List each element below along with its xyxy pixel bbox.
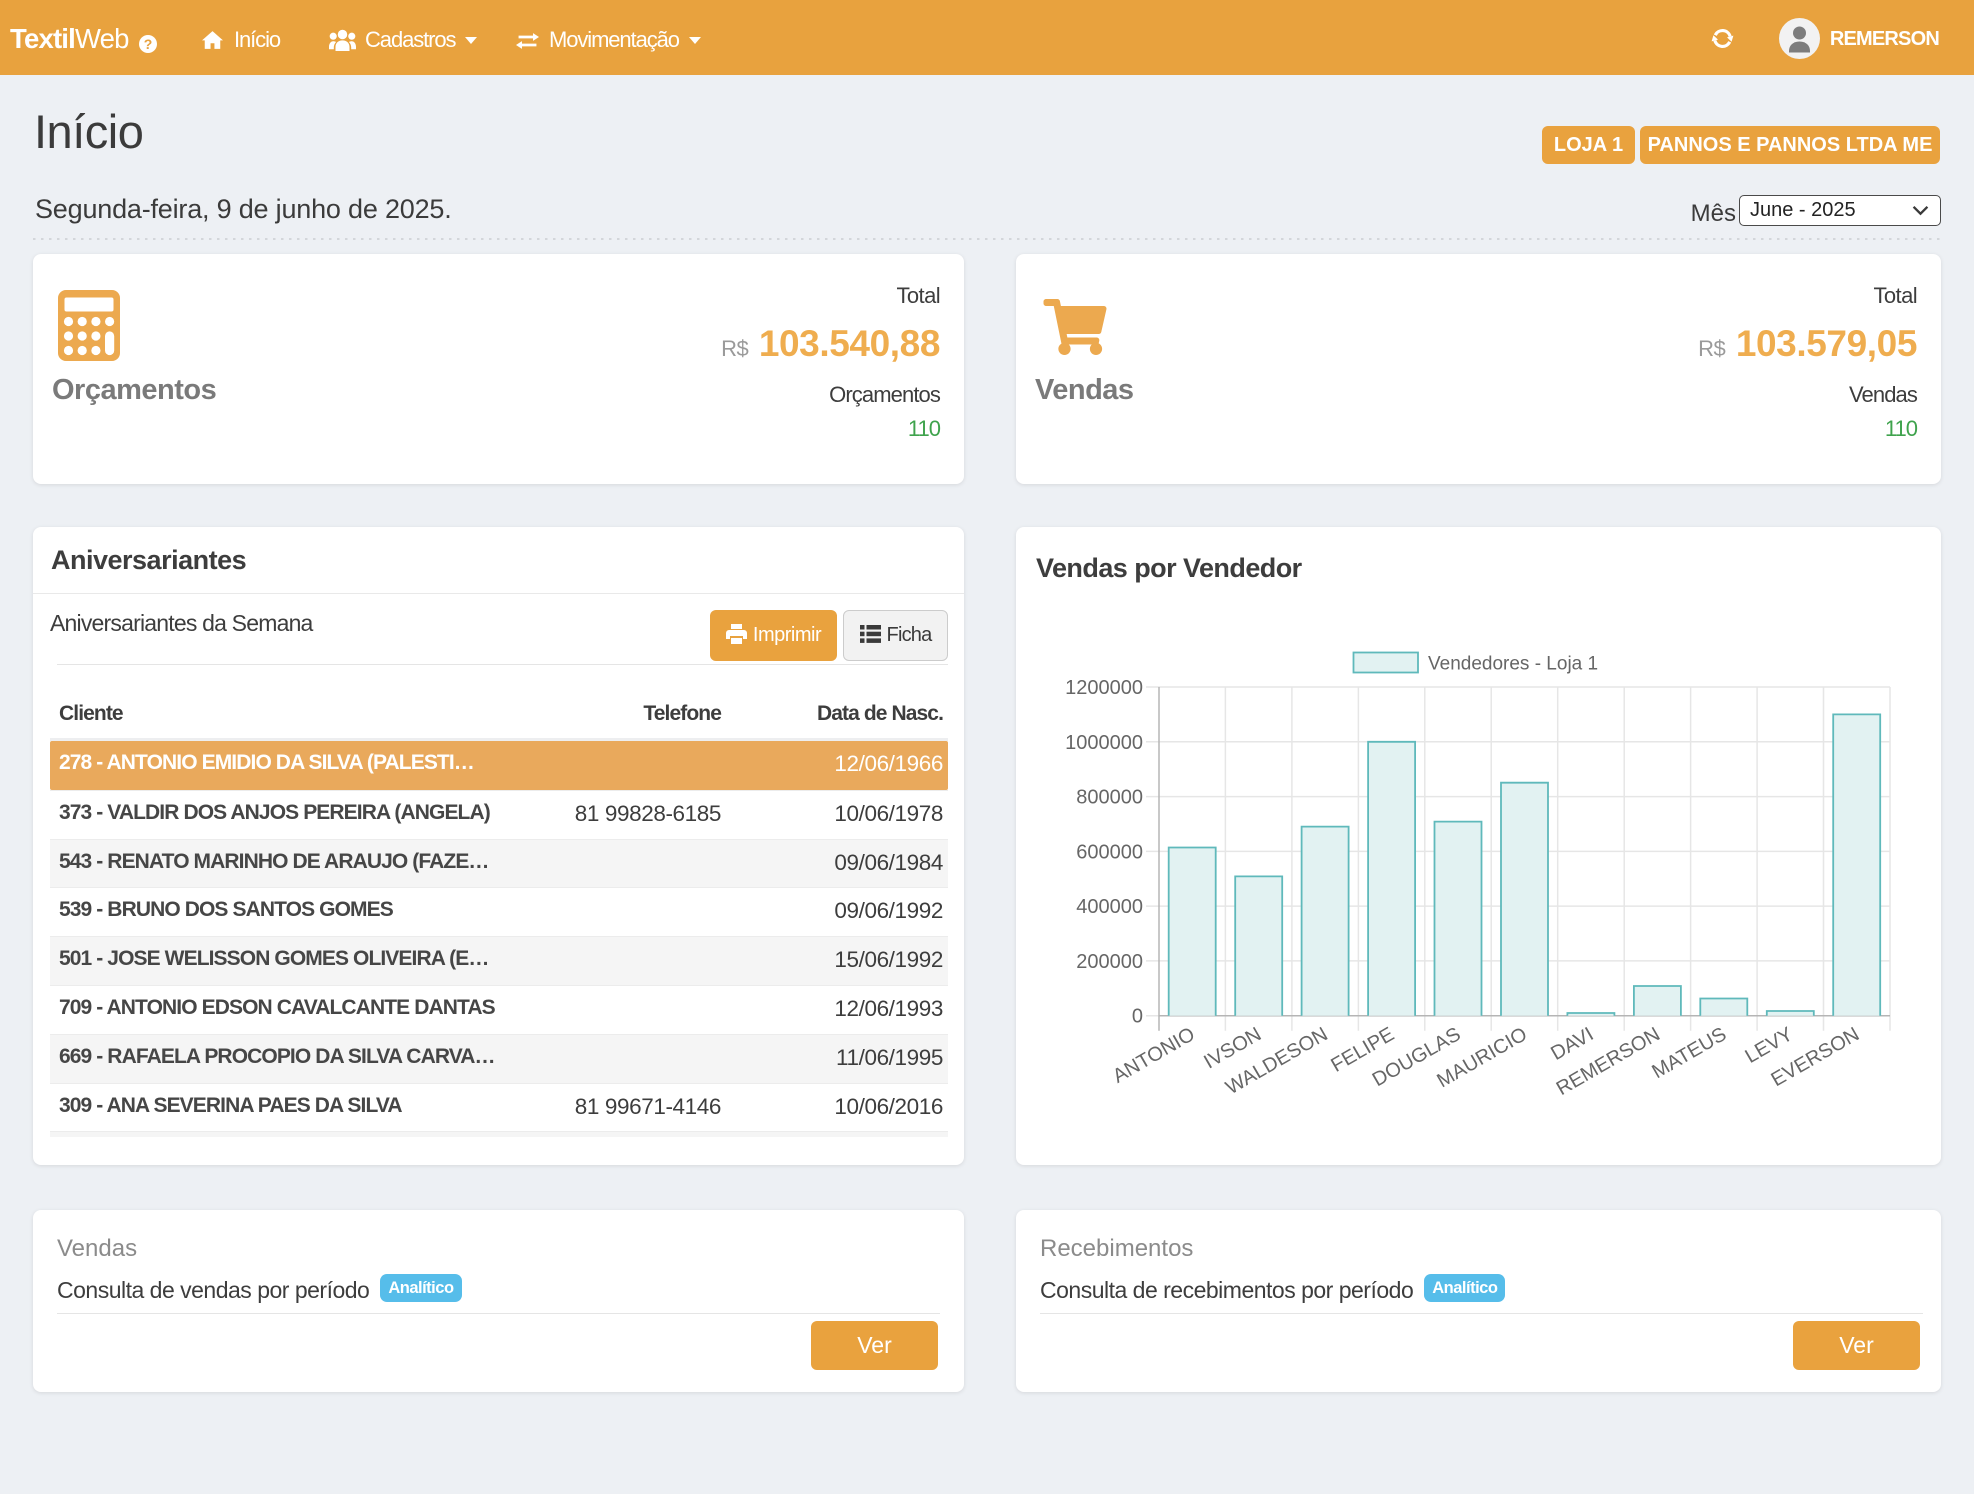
svg-text:400000: 400000 xyxy=(1076,896,1143,918)
svg-text:1000000: 1000000 xyxy=(1065,732,1143,754)
svg-text:Vendedores - Loja 1: Vendedores - Loja 1 xyxy=(1428,654,1598,675)
svg-text:800000: 800000 xyxy=(1076,787,1143,809)
svg-text:200000: 200000 xyxy=(1076,951,1143,973)
svg-text:600000: 600000 xyxy=(1076,841,1143,863)
svg-text:ANTONIO: ANTONIO xyxy=(1109,1023,1199,1087)
svg-text:MATEUS: MATEUS xyxy=(1648,1023,1730,1083)
svg-text:0: 0 xyxy=(1132,1006,1143,1028)
svg-text:1200000: 1200000 xyxy=(1065,677,1143,699)
